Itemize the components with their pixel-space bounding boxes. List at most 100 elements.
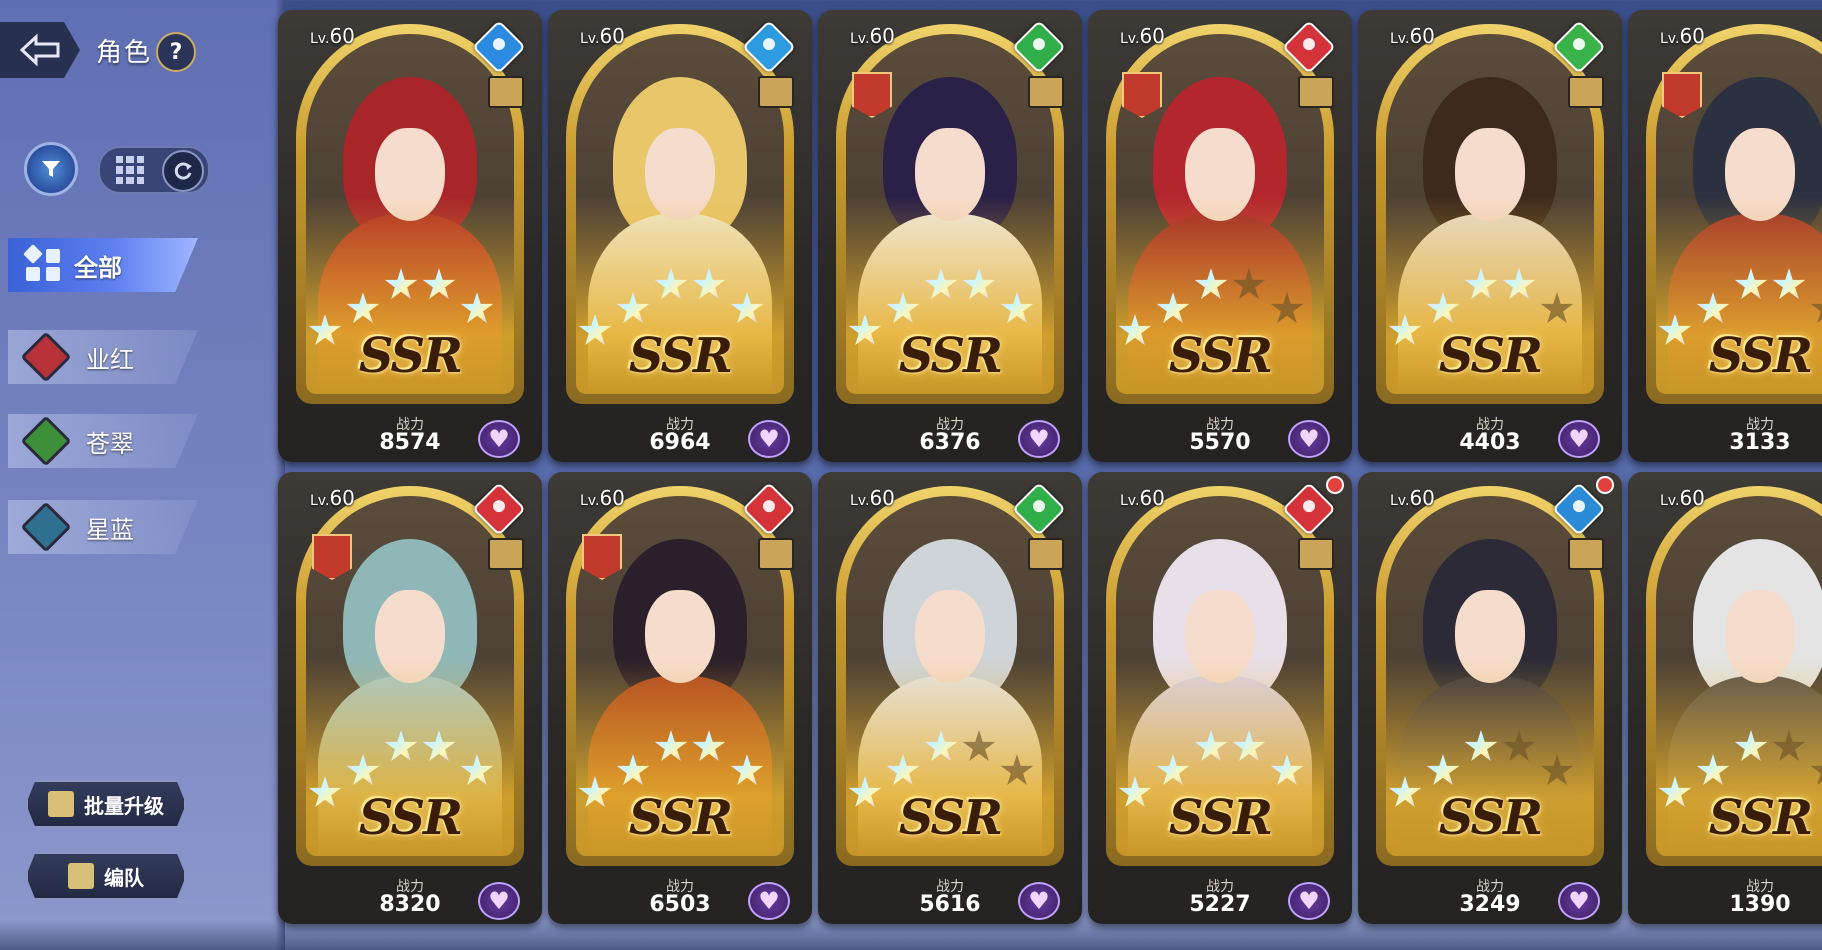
- class-icon: [488, 538, 524, 570]
- class-icon: [1568, 538, 1604, 570]
- power-value: 3133: [1729, 430, 1791, 455]
- star-icon: [1696, 754, 1730, 785]
- character-card[interactable]: Lv.60 SSR 战力 4403: [1358, 10, 1622, 462]
- star-icon: [1734, 268, 1768, 299]
- star-icon: [924, 730, 958, 761]
- heart-icon[interactable]: [478, 882, 520, 920]
- star-icon: [1156, 754, 1190, 785]
- rarity-label: SSR: [358, 328, 463, 384]
- category-tab-all[interactable]: 全部: [8, 238, 198, 292]
- green-gem-icon: [20, 415, 72, 467]
- class-icon: [1028, 76, 1064, 108]
- view-toggle[interactable]: [98, 146, 210, 194]
- star-icon: [1270, 292, 1304, 323]
- heart-icon[interactable]: [1018, 420, 1060, 458]
- star-icon: [1194, 730, 1228, 761]
- blue-gem-icon: [20, 501, 72, 553]
- filter-button[interactable]: [24, 142, 78, 196]
- character-card[interactable]: Lv.60 SSR 战力 6376: [818, 10, 1082, 462]
- power-value: 1390: [1729, 892, 1791, 917]
- batch-upgrade-button[interactable]: 批量升级: [26, 780, 186, 828]
- star-icon: [1000, 292, 1034, 323]
- character-grid: Lv.60 SSR 战力 8574 Lv.60 SSR 战力 6964: [278, 10, 1822, 950]
- star-icon: [384, 730, 418, 761]
- star-icon: [422, 268, 456, 299]
- star-icon: [460, 754, 494, 785]
- star-icon: [346, 754, 380, 785]
- rarity-label: SSR: [898, 328, 1003, 384]
- level-label: Lv.60: [1390, 24, 1435, 48]
- heart-icon[interactable]: [1288, 420, 1330, 458]
- rarity-label: SSR: [358, 790, 463, 846]
- heart-icon[interactable]: [478, 420, 520, 458]
- star-icon: [1540, 292, 1574, 323]
- formation-button[interactable]: 编队: [26, 852, 186, 900]
- category-label-green: 苍翠: [86, 429, 134, 458]
- back-button[interactable]: [0, 22, 80, 78]
- formation-icon: [68, 863, 94, 889]
- class-icon: [1568, 76, 1604, 108]
- character-card[interactable]: Lv.60 SSR 战力 1390: [1628, 472, 1822, 924]
- star-icon: [1426, 754, 1460, 785]
- category-label-red: 业红: [86, 345, 134, 374]
- star-icon: [1464, 268, 1498, 299]
- star-icon: [1426, 292, 1460, 323]
- character-card[interactable]: Lv.60 SSR 战力 5616: [818, 472, 1082, 924]
- star-icon: [616, 754, 650, 785]
- level-label: Lv.60: [310, 24, 355, 48]
- star-icon: [730, 292, 764, 323]
- refresh-icon[interactable]: [162, 150, 204, 192]
- star-icon: [1156, 292, 1190, 323]
- star-icon: [1000, 754, 1034, 785]
- star-icon: [616, 292, 650, 323]
- level-label: Lv.60: [850, 486, 895, 510]
- character-card[interactable]: Lv.60 SSR 战力 5227: [1088, 472, 1352, 924]
- star-icon: [422, 730, 456, 761]
- rarity-label: SSR: [628, 328, 733, 384]
- page-title: 角色: [96, 38, 153, 68]
- heart-icon[interactable]: [1288, 882, 1330, 920]
- class-icon: [1028, 538, 1064, 570]
- heart-icon[interactable]: [748, 420, 790, 458]
- star-icon: [1810, 754, 1822, 785]
- character-card[interactable]: Lv.60 SSR 战力 8320: [278, 472, 542, 924]
- star-icon: [730, 754, 764, 785]
- notification-dot: [1596, 476, 1614, 494]
- grid-view-icon[interactable]: [116, 156, 144, 184]
- class-icon: [1298, 76, 1334, 108]
- class-icon: [758, 76, 794, 108]
- star-icon: [1464, 730, 1498, 761]
- category-label-blue: 星蓝: [86, 515, 134, 544]
- heart-icon[interactable]: [1018, 882, 1060, 920]
- star-icon: [346, 292, 380, 323]
- heart-icon[interactable]: [1558, 420, 1600, 458]
- star-icon: [886, 292, 920, 323]
- category-tab-red[interactable]: 业红: [8, 330, 198, 384]
- character-card[interactable]: Lv.60 SSR 战力 3249: [1358, 472, 1622, 924]
- character-card[interactable]: Lv.60 SSR 战力 5570: [1088, 10, 1352, 462]
- star-icon: [1810, 292, 1822, 323]
- character-card[interactable]: Lv.60 SSR 战力 6503: [548, 472, 812, 924]
- level-label: Lv.60: [850, 24, 895, 48]
- help-button[interactable]: ?: [156, 32, 196, 72]
- star-icon: [1772, 730, 1806, 761]
- cards-icon: [48, 791, 74, 817]
- star-icon: [1232, 268, 1266, 299]
- star-icon: [692, 268, 726, 299]
- character-card[interactable]: Lv.60 SSR 战力 8574: [278, 10, 542, 462]
- sidebar: 角色 ? 全部 业红 苍翠 星蓝 批量升级 编队: [0, 0, 285, 950]
- category-tab-green[interactable]: 苍翠: [8, 414, 198, 468]
- heart-icon[interactable]: [1558, 882, 1600, 920]
- category-tab-blue[interactable]: 星蓝: [8, 500, 198, 554]
- level-label: Lv.60: [1390, 486, 1435, 510]
- star-icon: [1734, 730, 1768, 761]
- class-icon: [758, 538, 794, 570]
- level-label: Lv.60: [580, 24, 625, 48]
- level-label: Lv.60: [1120, 24, 1165, 48]
- heart-icon[interactable]: [748, 882, 790, 920]
- character-card[interactable]: Lv.60 SSR 战力 3133: [1628, 10, 1822, 462]
- level-label: Lv.60: [1660, 24, 1705, 48]
- filter-icon: [42, 161, 60, 177]
- rarity-label: SSR: [1438, 790, 1543, 846]
- character-card[interactable]: Lv.60 SSR 战力 6964: [548, 10, 812, 462]
